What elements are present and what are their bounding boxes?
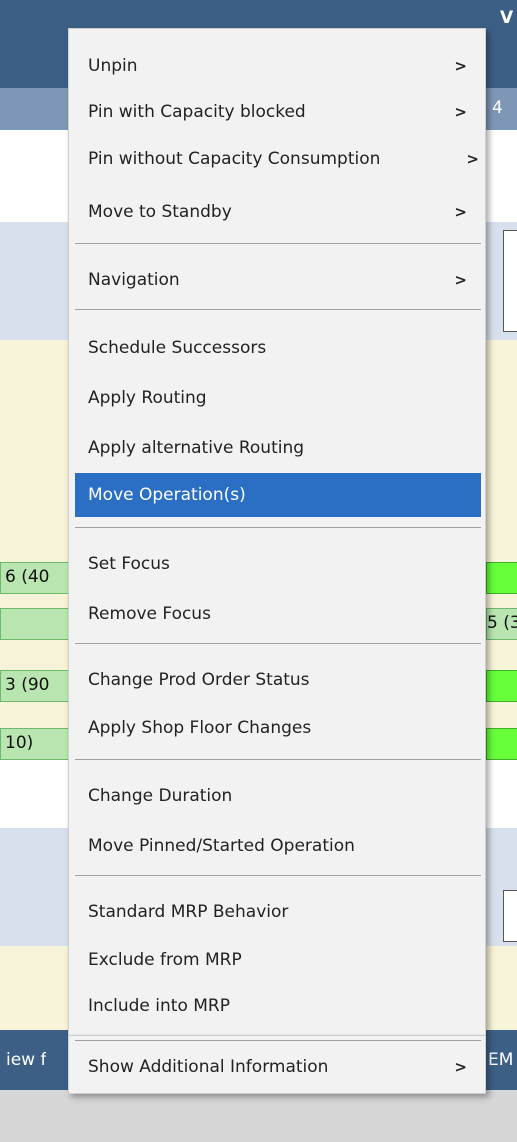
chevron-right-icon: > [454, 203, 467, 221]
menu-item-exclude-from-mrp[interactable]: Exclude from MRP [75, 941, 481, 979]
menu-item-move-operations[interactable]: Move Operation(s) [75, 473, 481, 517]
operation-bar[interactable] [486, 670, 517, 702]
menu-item-label: Pin with Capacity blocked [88, 102, 306, 122]
chevron-right-icon: > [454, 103, 467, 121]
menu-item-label: Unpin [88, 56, 138, 76]
menu-item-label: Remove Focus [88, 604, 211, 624]
timeline-fragment: 4 [492, 98, 503, 118]
menu-separator [75, 643, 481, 644]
operation-bar[interactable] [0, 608, 72, 640]
menu-item-label: Standard MRP Behavior [88, 902, 289, 922]
menu-item-move-to-standby[interactable]: Move to Standby > [75, 193, 481, 231]
menu-item-set-focus[interactable]: Set Focus [75, 545, 481, 583]
menu-item-standard-mrp-behavior[interactable]: Standard MRP Behavior [75, 893, 481, 931]
menu-item-label: Include into MRP [88, 996, 230, 1016]
menu-item-label: Change Prod Order Status [88, 670, 310, 690]
chevron-right-icon: > [454, 57, 467, 75]
menu-item-label: Apply Shop Floor Changes [88, 718, 312, 738]
menu-item-apply-routing[interactable]: Apply Routing [75, 379, 481, 417]
menu-item-schedule-successors[interactable]: Schedule Successors [75, 329, 481, 367]
gantt-bar[interactable] [503, 230, 517, 332]
menu-item-label: Apply Routing [88, 388, 207, 408]
chevron-right-icon: > [466, 150, 479, 168]
menu-item-show-additional-information[interactable]: Show Additional Information > [75, 1048, 481, 1086]
chevron-right-icon: > [454, 271, 467, 289]
chevron-right-icon: > [454, 1058, 467, 1076]
menu-item-unpin[interactable]: Unpin > [75, 47, 481, 85]
menu-item-change-duration[interactable]: Change Duration [75, 777, 481, 815]
operation-bar[interactable]: 6 (40 [0, 562, 72, 594]
menu-item-pin-capacity-blocked[interactable]: Pin with Capacity blocked > [75, 93, 481, 131]
menu-item-label: Move Pinned/Started Operation [88, 836, 355, 856]
operation-bar[interactable] [486, 562, 517, 594]
menu-item-label: Show Additional Information [88, 1057, 329, 1077]
menu-item-navigation[interactable]: Navigation > [75, 261, 481, 299]
menu-item-apply-shop-floor-changes[interactable]: Apply Shop Floor Changes [75, 709, 481, 747]
menu-item-label: Move to Standby [88, 202, 232, 222]
bottom-toolbar-label[interactable]: EM [488, 1050, 513, 1070]
menu-separator [75, 243, 481, 244]
menu-item-label: Schedule Successors [88, 338, 267, 358]
operation-bar[interactable] [486, 728, 517, 760]
context-menu-tail: Show Additional Information > [68, 1036, 486, 1094]
gantt-bar[interactable] [503, 890, 517, 942]
menu-item-pin-without-capacity[interactable]: Pin without Capacity Consumption > [75, 140, 481, 178]
menu-separator [75, 875, 481, 876]
menu-separator [75, 1040, 481, 1041]
menu-separator [75, 527, 481, 528]
menu-item-apply-alternative-routing[interactable]: Apply alternative Routing [75, 429, 481, 467]
operation-bar[interactable]: 10) [0, 728, 72, 760]
menu-item-label: Navigation [88, 270, 180, 290]
bottom-toolbar-label[interactable]: iew f [6, 1050, 46, 1070]
menu-item-include-into-mrp[interactable]: Include into MRP [75, 987, 481, 1025]
operation-bar[interactable]: 5 (3 [486, 608, 517, 640]
menu-item-move-pinned-started-operation[interactable]: Move Pinned/Started Operation [75, 827, 481, 865]
menu-item-change-prod-order-status[interactable]: Change Prod Order Status [75, 661, 481, 699]
menu-separator [75, 759, 481, 760]
menu-item-label: Exclude from MRP [88, 950, 242, 970]
context-menu: Unpin > Pin with Capacity blocked > Pin … [68, 28, 486, 1036]
menu-item-label: Set Focus [88, 554, 170, 574]
menu-item-label: Apply alternative Routing [88, 438, 305, 458]
header-fragment: V [500, 8, 514, 28]
menu-item-label: Change Duration [88, 786, 233, 806]
menu-item-remove-focus[interactable]: Remove Focus [75, 595, 481, 633]
menu-item-label: Pin without Capacity Consumption [88, 149, 381, 169]
operation-bar[interactable]: 3 (90 [0, 670, 72, 702]
menu-item-label: Move Operation(s) [88, 485, 246, 505]
status-bar [0, 1090, 517, 1142]
menu-separator [75, 309, 481, 310]
